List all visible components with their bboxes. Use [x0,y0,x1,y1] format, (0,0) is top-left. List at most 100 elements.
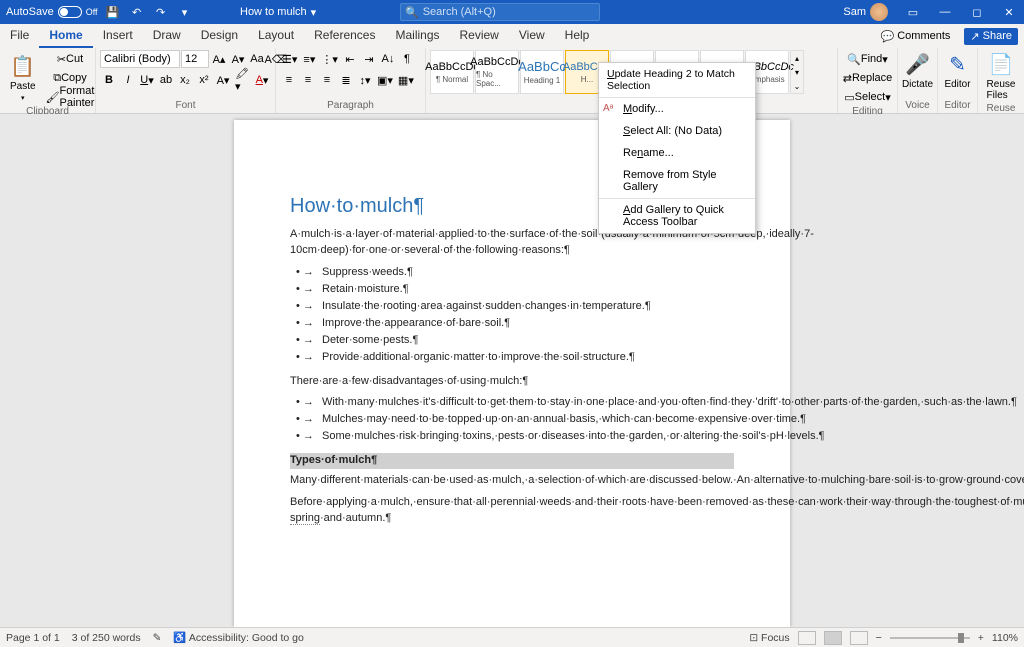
ctx-update-to-match[interactable]: Update Heading 2 to Match Selection [599,63,755,98]
borders-icon[interactable]: ▦▾ [396,71,416,89]
dictate-button[interactable]: 🎤Dictate [902,50,933,92]
find-button[interactable]: 🔍 Find ▾ [842,50,893,68]
undo-icon[interactable]: ↶ [128,3,146,21]
doc-list2[interactable]: With·many·mulches·it's·difficult·to·get·… [308,395,734,445]
show-marks-icon[interactable]: ¶ [398,50,416,68]
qat-customize-icon[interactable]: ▾ [176,3,194,21]
user-account[interactable]: Sam [843,3,888,21]
bold-button[interactable]: B [100,71,118,89]
font-name-input[interactable] [100,50,180,68]
zoom-slider[interactable] [890,637,970,639]
status-word-count[interactable]: 3 of 250 words [72,632,141,644]
editor-button[interactable]: ✎Editor [942,50,973,92]
doc-paragraph[interactable]: There·are·a·few·disadvantages·of·using·m… [290,374,734,390]
shading-icon[interactable]: ▣▾ [375,71,395,89]
status-accessibility[interactable]: ♿ Accessibility: Good to go [173,631,303,644]
list-item[interactable]: Some·mulches·risk·bringing·toxins,·pests… [308,429,734,445]
autosave-toggle[interactable]: AutoSave Off [6,6,98,18]
cut-button[interactable]: ✂ Cut [44,50,97,68]
close-icon[interactable]: ✕ [994,0,1024,24]
ctx-modify[interactable]: Modify... [599,98,755,120]
document-title[interactable]: How to mulch▾ [240,6,316,19]
align-right-icon[interactable]: ≡ [318,71,336,89]
align-left-icon[interactable]: ≡ [280,71,298,89]
list-item[interactable]: Provide·additional·organic·matter·to·imp… [308,350,734,366]
font-color-icon[interactable]: A▾ [253,71,271,89]
tab-layout[interactable]: Layout [248,24,304,48]
zoom-in-button[interactable]: + [978,632,984,644]
tab-mailings[interactable]: Mailings [385,24,449,48]
tab-review[interactable]: Review [450,24,509,48]
list-item[interactable]: Deter·some·pests.¶ [308,333,734,349]
strikethrough-button[interactable]: ab [157,71,175,89]
ctx-remove-from-gallery[interactable]: Remove from Style Gallery [599,164,755,198]
view-read-mode-icon[interactable] [798,631,816,645]
reuse-files-button[interactable]: 📄Reuse Files [982,50,1020,103]
view-print-layout-icon[interactable] [824,631,842,645]
list-item[interactable]: Suppress·weeds.¶ [308,265,734,281]
style-normal[interactable]: AaBbCcDc¶ Normal [430,50,474,94]
focus-mode-button[interactable]: ⊡ Focus [749,632,789,644]
change-case-icon[interactable]: Aa [248,50,266,68]
paste-button[interactable]: 📋Paste▾ [4,50,42,106]
list-item[interactable]: Mulches·may·need·to·be·topped·up·on·an·a… [308,412,734,428]
document-area[interactable]: How·to·mulch¶ A·mulch·is·a·layer·of·mate… [0,114,1024,627]
numbering-icon[interactable]: ≡▾ [300,50,318,68]
tab-help[interactable]: Help [555,24,600,48]
tab-home[interactable]: Home [39,24,92,48]
list-item[interactable]: Insulate·the·rooting·area·against·sudden… [308,299,734,315]
ribbon-display-icon[interactable]: ▭ [898,0,928,24]
tab-view[interactable]: View [509,24,555,48]
share-button[interactable]: ↗ Share [964,28,1018,45]
ctx-add-to-qat[interactable]: Add Gallery to Quick Access Toolbar [599,198,755,233]
style-no-spacing[interactable]: AaBbCcDc¶ No Spac... [475,50,519,94]
superscript-button[interactable]: x² [195,71,213,89]
search-input[interactable]: 🔍 Search (Alt+Q) [400,3,600,21]
highlight-icon[interactable]: 🖍▾ [233,71,252,89]
list-item[interactable]: Improve·the·appearance·of·bare·soil.¶ [308,316,734,332]
status-proofing-icon[interactable]: ✎ [153,632,162,644]
subscript-button[interactable]: x₂ [176,71,194,89]
doc-heading2-selected[interactable]: Types·of·mulch¶ [290,453,734,469]
list-item[interactable]: With·many·mulches·it's·difficult·to·get·… [308,395,734,411]
replace-button[interactable]: ⇄ Replace [842,69,893,87]
tab-insert[interactable]: Insert [93,24,143,48]
font-size-input[interactable] [181,50,209,68]
align-center-icon[interactable]: ≡ [299,71,317,89]
ctx-rename[interactable]: Rename... [599,142,755,164]
line-spacing-icon[interactable]: ↕▾ [356,71,374,89]
decrease-indent-icon[interactable]: ⇤ [341,50,359,68]
zoom-out-button[interactable]: − [876,632,882,644]
underline-button[interactable]: U▾ [138,71,156,89]
tab-file[interactable]: File [0,24,39,48]
bullets-icon[interactable]: ☰▾ [280,50,299,68]
ctx-select-all[interactable]: Select All: (No Data) [599,120,755,142]
zoom-level[interactable]: 110% [992,632,1018,644]
maximize-icon[interactable]: ◻ [962,0,992,24]
grow-font-icon[interactable]: A▴ [210,50,228,68]
doc-paragraph[interactable]: Before·applying·a·mulch,·ensure·that·all… [290,495,734,527]
select-button[interactable]: ▭ Select ▾ [842,88,893,106]
doc-paragraph[interactable]: Many·different·materials·can·be·used·as·… [290,473,734,489]
sort-icon[interactable]: A↓ [379,50,397,68]
view-web-layout-icon[interactable] [850,631,868,645]
text-effects-icon[interactable]: A▾ [214,71,232,89]
format-painter-button[interactable]: 🖌 Format Painter [44,88,97,106]
tab-design[interactable]: Design [191,24,248,48]
shrink-font-icon[interactable]: A▾ [229,50,247,68]
tab-draw[interactable]: Draw [143,24,191,48]
comments-button[interactable]: 💬 Comments [875,28,957,45]
doc-list1[interactable]: Suppress·weeds.¶ Retain·moisture.¶ Insul… [308,265,734,366]
status-page[interactable]: Page 1 of 1 [6,632,60,644]
save-icon[interactable]: 💾 [104,3,122,21]
minimize-icon[interactable]: — [930,0,960,24]
style-heading1[interactable]: AaBbCcHeading 1 [520,50,564,94]
increase-indent-icon[interactable]: ⇥ [360,50,378,68]
styles-more[interactable]: ▴▾⌄ [790,50,804,94]
italic-button[interactable]: I [119,71,137,89]
tab-references[interactable]: References [304,24,385,48]
multilevel-list-icon[interactable]: ⋮▾ [319,50,340,68]
justify-icon[interactable]: ≣ [337,71,355,89]
list-item[interactable]: Retain·moisture.¶ [308,282,734,298]
redo-icon[interactable]: ↷ [152,3,170,21]
